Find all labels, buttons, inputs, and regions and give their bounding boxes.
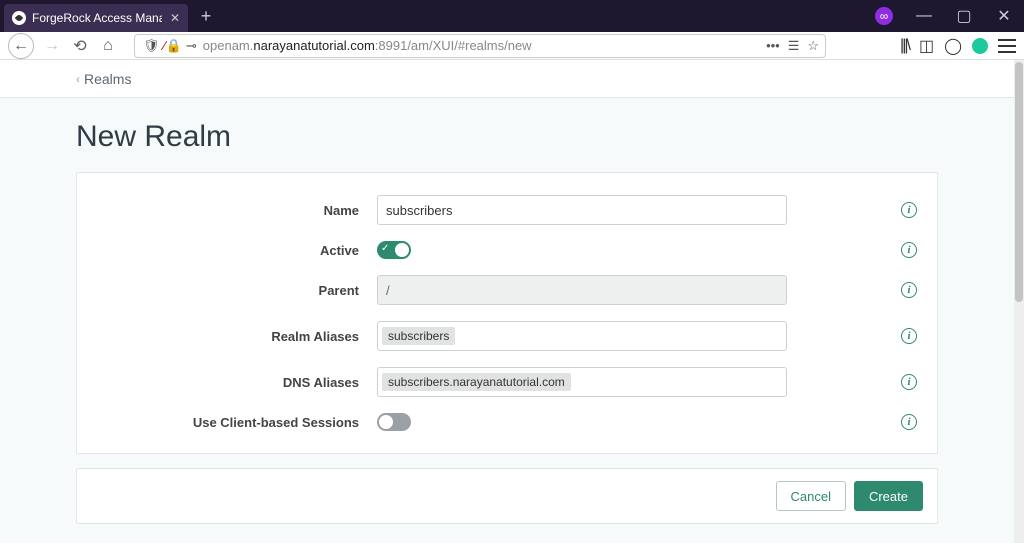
security-icons: 🛡 ⁄🔒 ⊸: [143, 38, 197, 54]
shield-icon: 🛡: [143, 38, 160, 54]
realm-aliases-label: Realm Aliases: [97, 329, 377, 344]
window-buttons: ∞ — ▢ ✕: [864, 0, 1024, 32]
toolbar-right: |||\ ◫ ◯: [900, 36, 1016, 56]
tab-title: ForgeRock Access Managemen: [32, 11, 162, 25]
info-icon[interactable]: i: [901, 282, 917, 298]
url-bar[interactable]: 🛡 ⁄🔒 ⊸ openam.narayanatutorial.com:8991/…: [134, 34, 826, 58]
check-icon: ✓: [381, 243, 389, 254]
form-card: Name i Active ✓ i Parent: [76, 172, 938, 454]
tab-favicon: [12, 11, 26, 25]
sessions-label: Use Client-based Sessions: [97, 415, 377, 430]
realm-aliases-input[interactable]: subscribers: [377, 321, 787, 351]
account-icon[interactable]: ◯: [944, 36, 962, 56]
active-toggle[interactable]: ✓: [377, 241, 411, 259]
name-input[interactable]: [377, 195, 787, 225]
lock-struck-icon: ⁄🔒: [164, 38, 182, 54]
extension-green-icon[interactable]: [972, 38, 988, 54]
sidebar-icon[interactable]: ◫: [919, 36, 934, 56]
active-label: Active: [97, 243, 377, 258]
info-icon[interactable]: i: [901, 414, 917, 430]
close-window-button[interactable]: ✕: [984, 0, 1024, 32]
nav-forward-button[interactable]: →: [42, 36, 62, 56]
info-icon[interactable]: i: [901, 374, 917, 390]
vertical-scrollbar[interactable]: [1014, 60, 1024, 543]
chevron-left-icon: ‹: [76, 72, 80, 86]
url-text: openam.narayanatutorial.com:8991/am/XUI/…: [203, 38, 532, 53]
browser-toolbar: ← → ⟲ ⌂ 🛡 ⁄🔒 ⊸ openam.narayanatutorial.c…: [0, 32, 1024, 60]
name-label: Name: [97, 203, 377, 218]
dns-alias-tag[interactable]: subscribers.narayanatutorial.com: [382, 373, 571, 391]
extension-badge[interactable]: ∞: [864, 0, 904, 32]
cancel-button[interactable]: Cancel: [776, 481, 846, 511]
page-title: New Realm: [76, 120, 1014, 154]
dns-aliases-label: DNS Aliases: [97, 375, 377, 390]
maximize-button[interactable]: ▢: [944, 0, 984, 32]
key-icon: ⊸: [186, 38, 197, 54]
browser-tab[interactable]: ForgeRock Access Managemen ✕: [4, 4, 188, 32]
minimize-button[interactable]: —: [904, 0, 944, 32]
reload-button[interactable]: ⟲: [70, 36, 90, 56]
breadcrumb-bar: ‹ Realms: [0, 60, 1014, 98]
library-icon[interactable]: |||\: [900, 37, 909, 55]
sessions-toggle[interactable]: [377, 413, 411, 431]
page-content: ‹ Realms New Realm Name i Active ✓: [0, 60, 1014, 543]
tab-close-icon[interactable]: ✕: [168, 11, 182, 25]
more-icon[interactable]: •••: [766, 38, 780, 53]
bookmark-star-icon[interactable]: ☆: [807, 38, 819, 54]
breadcrumb-realms-link[interactable]: ‹ Realms: [76, 71, 131, 87]
create-button[interactable]: Create: [854, 481, 923, 511]
nav-back-button[interactable]: ←: [8, 33, 34, 59]
home-button[interactable]: ⌂: [98, 36, 118, 56]
action-bar: Cancel Create: [76, 468, 938, 524]
dns-aliases-input[interactable]: subscribers.narayanatutorial.com: [377, 367, 787, 397]
browser-titlebar: ForgeRock Access Managemen ✕ + ∞ — ▢ ✕: [0, 0, 1024, 32]
app-menu-button[interactable]: [998, 39, 1016, 53]
page-viewport: ‹ Realms New Realm Name i Active ✓: [0, 60, 1024, 543]
realm-alias-tag[interactable]: subscribers: [382, 327, 455, 345]
parent-label: Parent: [97, 283, 377, 298]
breadcrumb-label: Realms: [84, 71, 131, 87]
info-icon[interactable]: i: [901, 328, 917, 344]
reader-icon[interactable]: ☰: [788, 38, 800, 54]
new-tab-button[interactable]: +: [194, 4, 218, 28]
parent-input: [377, 275, 787, 305]
info-icon[interactable]: i: [901, 202, 917, 218]
info-icon[interactable]: i: [901, 242, 917, 258]
